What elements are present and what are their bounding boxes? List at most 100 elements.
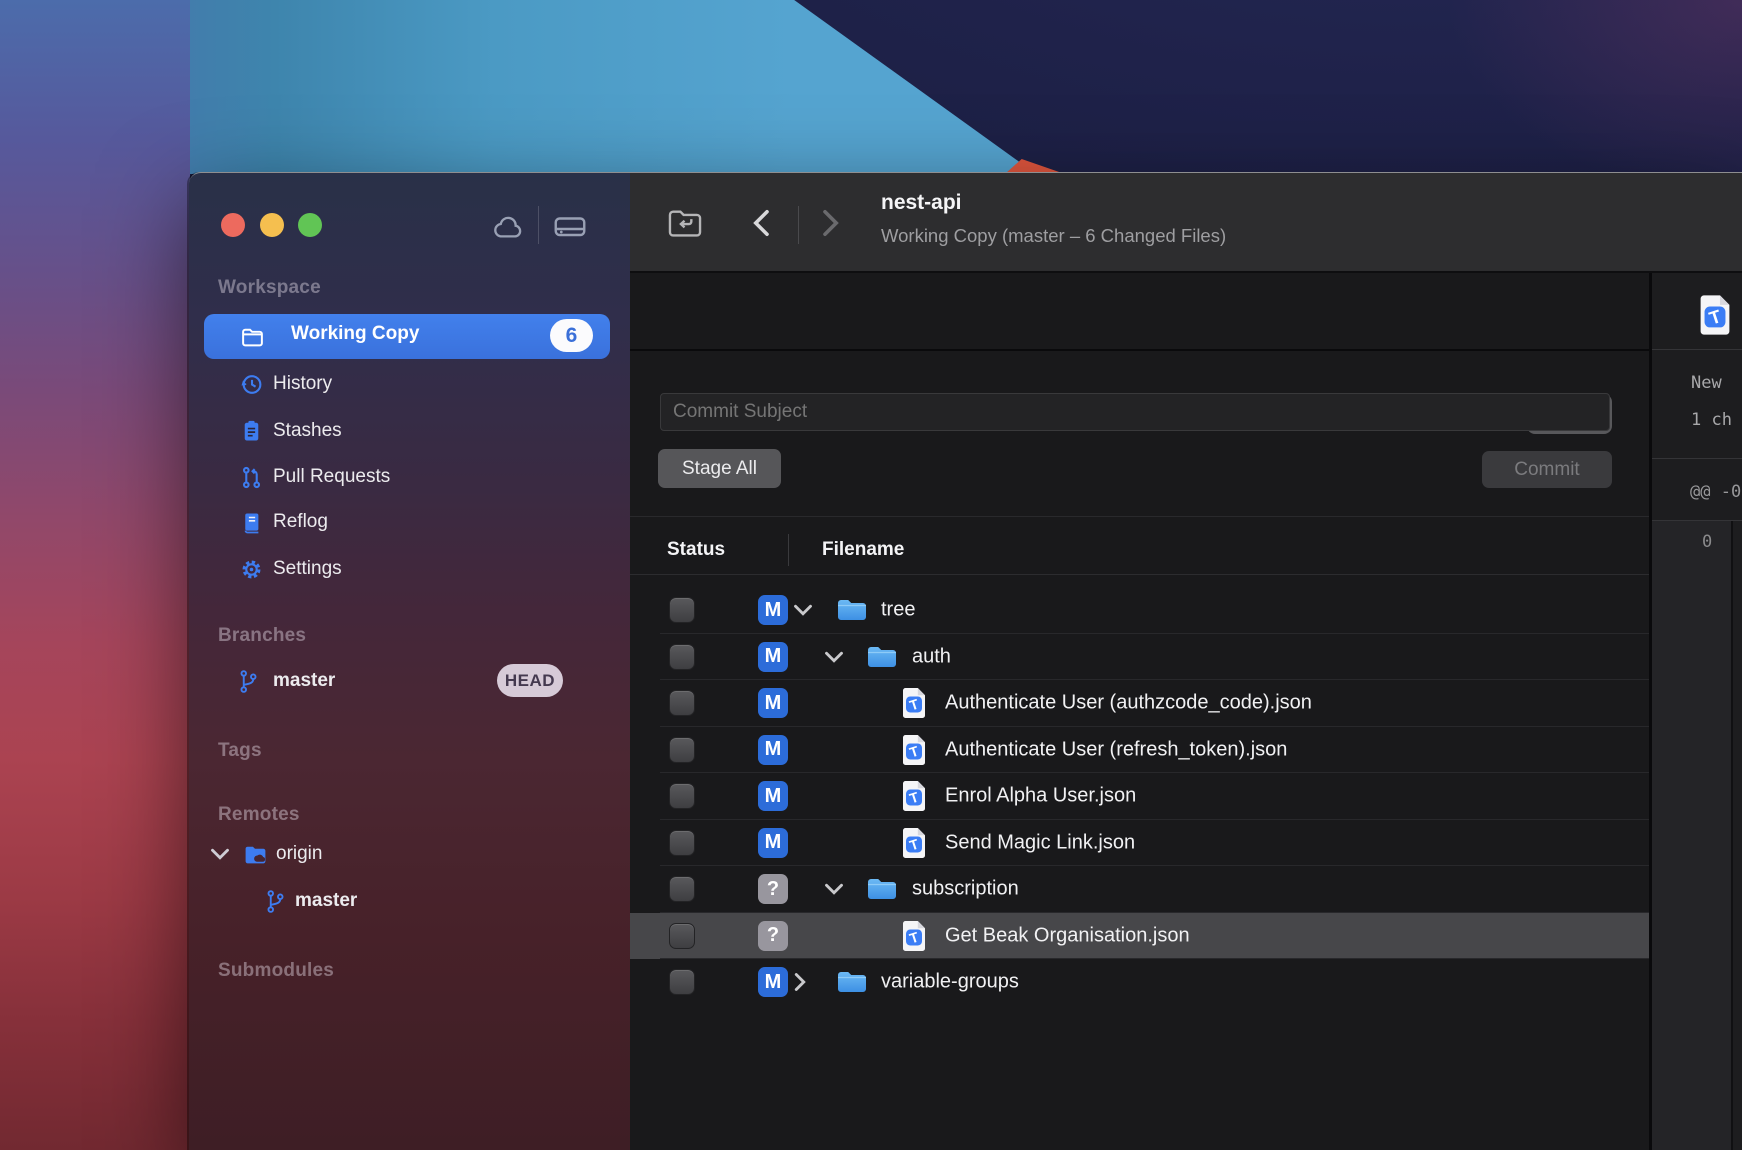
stage-checkbox[interactable] <box>669 830 695 856</box>
app-window: Workspace Working Copy 6 History Stashes Pull… <box>189 172 1742 1150</box>
sidebar-item-working-copy[interactable]: Working Copy 6 <box>204 314 610 359</box>
table-row[interactable]: M T Send Magic Link.json <box>630 820 1649 867</box>
stage-checkbox[interactable] <box>669 644 695 670</box>
sidebar-item-origin[interactable]: origin <box>189 831 630 877</box>
diff-panel: T New 1 ch @@ -0 0 <box>1652 273 1742 1150</box>
sidebar-item-stashes[interactable]: Stashes <box>189 408 630 454</box>
cloud-icon[interactable] <box>490 214 526 245</box>
status-badge: ? <box>758 874 788 904</box>
panel-divider-line <box>1652 349 1742 350</box>
table-row[interactable]: ? T Get Beak Organisation.json <box>630 913 1649 960</box>
sidebar-item-label: Settings <box>273 558 342 580</box>
table-row[interactable]: Mauth <box>630 634 1649 681</box>
file-icon: T <box>901 734 927 765</box>
folder-open-icon <box>240 324 265 354</box>
file-icon: T <box>901 827 927 858</box>
stage-checkbox[interactable] <box>669 737 695 763</box>
filename-label: Get Beak Organisation.json <box>945 924 1190 947</box>
file-icon: T <box>901 781 927 812</box>
sidebar-item-master[interactable]: master <box>189 658 630 704</box>
screen: Workspace Working Copy 6 History Stashes Pull… <box>0 0 1742 1150</box>
table-row[interactable]: Mtree <box>630 587 1649 634</box>
chevron-right-icon[interactable] <box>793 972 807 992</box>
folder-icon <box>866 876 898 902</box>
sidebar-item-label: Pull Requests <box>273 466 390 488</box>
stage-checkbox[interactable] <box>669 969 695 995</box>
table-row[interactable]: MTEnrol Alpha User.json <box>630 773 1649 820</box>
stage-checkbox[interactable] <box>669 923 695 949</box>
stage-all-button[interactable]: Stage All <box>658 449 781 488</box>
title-bar: nest-api Working Copy (master – 6 Change… <box>630 173 1742 273</box>
page-title: nest-api <box>881 191 962 215</box>
table-row[interactable]: ? subscription <box>630 866 1649 913</box>
sidebar-item-label: master <box>273 670 335 692</box>
folder-icon <box>836 597 868 623</box>
table-row[interactable]: MTAuthenticate User (authzcode_code).jso… <box>630 680 1649 727</box>
column-header-status[interactable]: Status <box>667 539 725 561</box>
status-badge: ? <box>758 921 788 951</box>
status-badge: M <box>758 735 788 765</box>
diff-line-number: 0 <box>1702 532 1712 552</box>
column-divider[interactable] <box>788 534 789 566</box>
filename-label: Enrol Alpha User.json <box>945 785 1136 808</box>
chevron-down-icon[interactable] <box>824 650 844 664</box>
changed-count-badge: 6 <box>550 319 593 352</box>
sidebar-item-label: Stashes <box>273 420 342 442</box>
back-button[interactable] <box>750 208 772 243</box>
sidebar-item-label: origin <box>276 843 322 865</box>
commit-button[interactable]: Commit <box>1482 451 1612 488</box>
file-icon: T <box>901 688 927 719</box>
pull-request-icon <box>239 465 264 490</box>
wallpaper-left-strip <box>0 0 190 1150</box>
panel-divider-line <box>1652 458 1742 459</box>
table-row[interactable]: M T Authenticate User (refresh_token).json <box>630 727 1649 774</box>
branch-icon <box>239 669 258 694</box>
close-button[interactable] <box>221 213 245 237</box>
file-type-icon: T <box>1698 294 1732 341</box>
sidebar-item-label: master <box>295 890 357 912</box>
drive-icon[interactable] <box>552 211 588 246</box>
folder-icon <box>866 644 898 670</box>
diff-status-label: New <box>1691 373 1722 393</box>
diff-hunk-header: @@ -0 <box>1690 482 1741 502</box>
forward-button[interactable] <box>820 208 842 243</box>
sidebar-item-history[interactable]: History <box>189 361 630 407</box>
sidebar-header-remotes: Remotes <box>218 804 300 826</box>
status-badge: M <box>758 828 788 858</box>
branch-icon <box>266 889 285 914</box>
stage-checkbox[interactable] <box>669 690 695 716</box>
diff-line-gutter <box>1652 521 1731 1150</box>
column-header-filename[interactable]: Filename <box>822 539 904 561</box>
filename-label: Authenticate User (refresh_token).json <box>945 738 1287 761</box>
sidebar-header-workspace: Workspace <box>218 277 321 299</box>
stage-checkbox[interactable] <box>669 783 695 809</box>
sidebar-item-label: Working Copy <box>291 323 419 345</box>
head-badge: HEAD <box>497 664 563 697</box>
file-icon: T <box>901 920 927 951</box>
diff-change-summary: 1 ch <box>1691 410 1732 430</box>
chevron-down-icon[interactable] <box>793 603 813 617</box>
repo-return-icon[interactable] <box>666 206 704 243</box>
main-area: nest-api Working Copy (master – 6 Change… <box>630 173 1742 1150</box>
filename-label: Authenticate User (authzcode_code).json <box>945 692 1312 715</box>
filename-label: Send Magic Link.json <box>945 831 1135 854</box>
stage-checkbox[interactable] <box>669 876 695 902</box>
table-row[interactable]: Mvariable-groups <box>630 959 1649 1006</box>
sidebar: Workspace Working Copy 6 History Stashes Pull… <box>189 173 631 1150</box>
history-icon <box>239 372 264 397</box>
filename-label: subscription <box>912 878 1019 901</box>
zoom-button[interactable] <box>298 213 322 237</box>
stage-checkbox[interactable] <box>669 597 695 623</box>
sidebar-item-label: History <box>273 373 332 395</box>
sidebar-item-reflog[interactable]: Reflog <box>189 499 630 545</box>
sidebar-item-pull-requests[interactable]: Pull Requests <box>189 454 630 500</box>
folder-icon <box>836 969 868 995</box>
status-badge: M <box>758 595 788 625</box>
minimize-button[interactable] <box>260 213 284 237</box>
sidebar-item-settings[interactable]: Settings <box>189 546 630 592</box>
chevron-down-icon[interactable] <box>210 847 230 861</box>
sidebar-header-submodules: Submodules <box>218 960 334 982</box>
chevron-down-icon[interactable] <box>824 882 844 896</box>
sidebar-item-master-remote[interactable]: master <box>189 878 630 924</box>
commit-subject-input[interactable] <box>660 393 1610 431</box>
